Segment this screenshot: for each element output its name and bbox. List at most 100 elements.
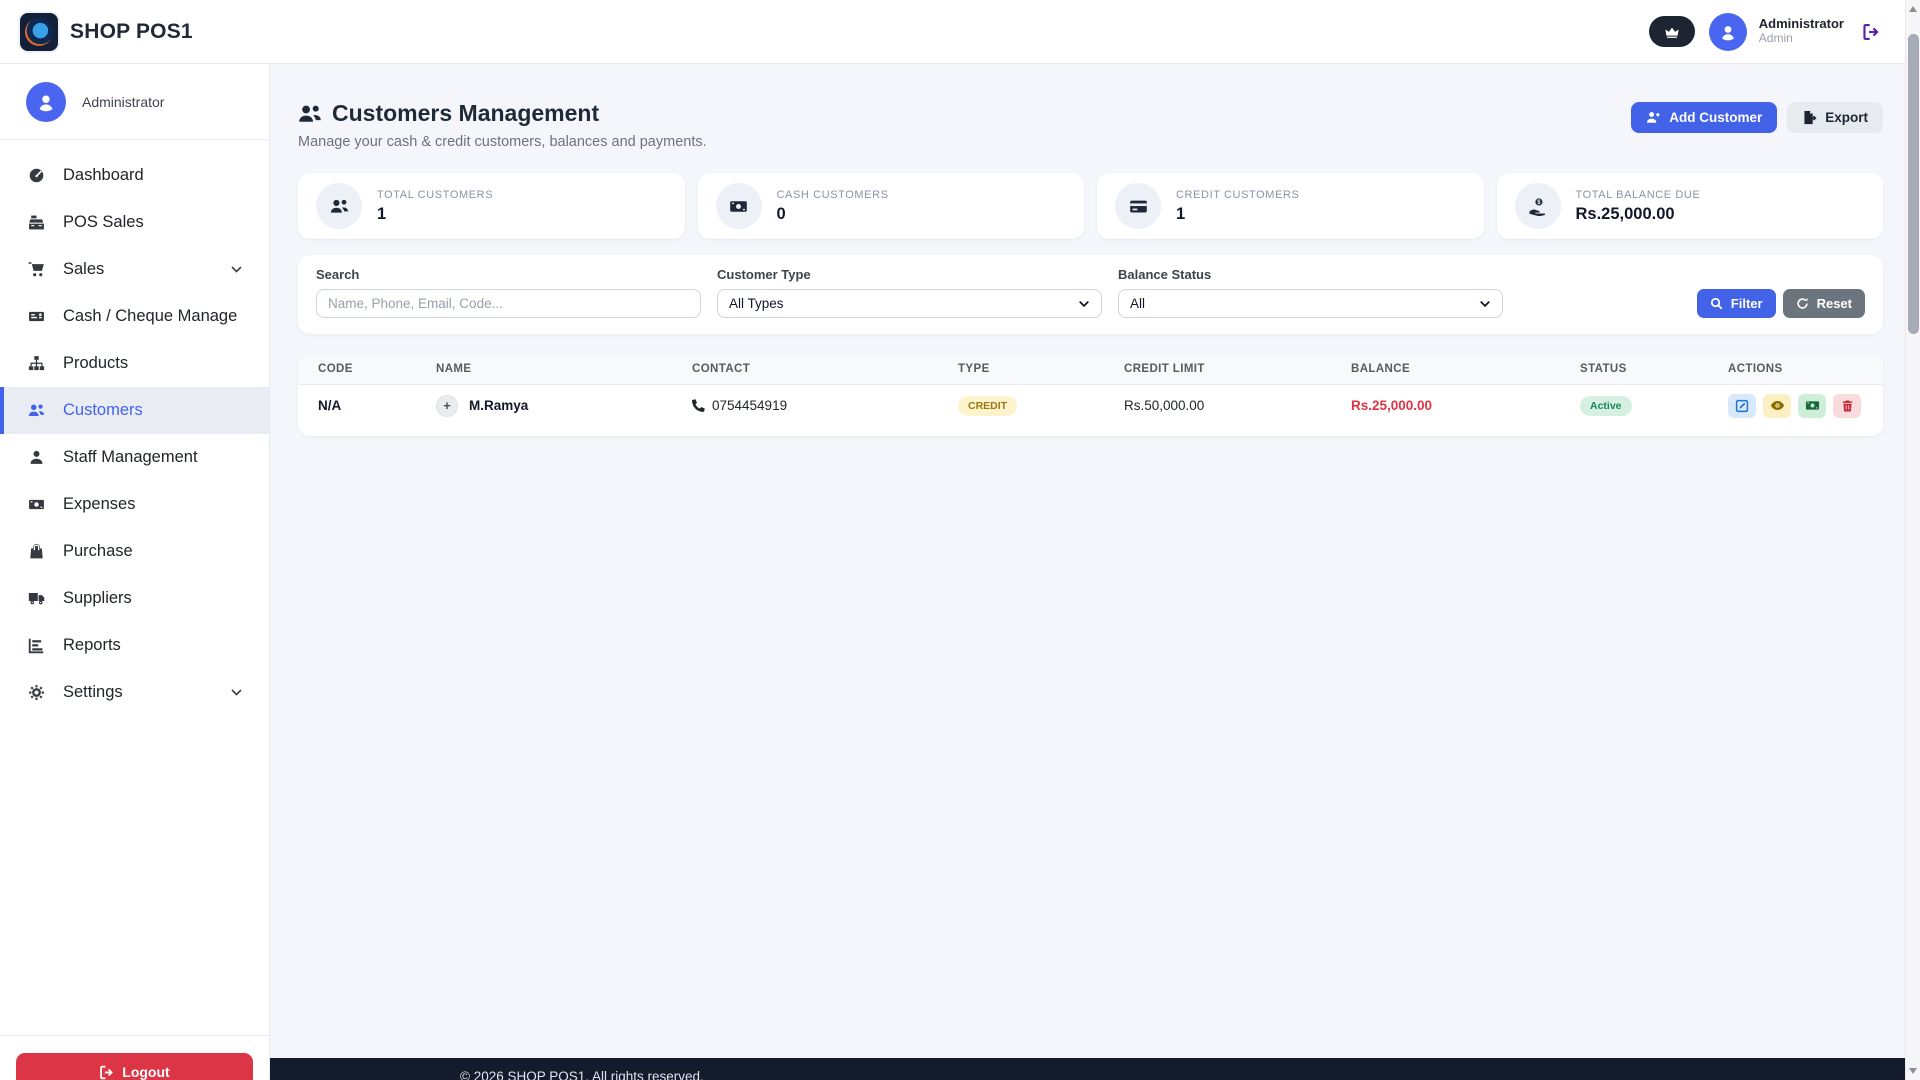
sidebar-item-expenses[interactable]: Expenses: [0, 481, 269, 528]
sidebar-item-label: Reports: [63, 636, 121, 655]
logout-button[interactable]: Logout: [16, 1053, 253, 1080]
delete-button[interactable]: [1833, 394, 1861, 418]
nav-user-info: Administrator Admin: [1759, 17, 1844, 46]
balance-status-label: Balance Status: [1118, 267, 1503, 282]
chevron-down-icon: [230, 263, 243, 276]
credit-card-icon: [1115, 183, 1161, 229]
cell-code: N/A: [318, 398, 436, 413]
user-circle-icon: [1718, 22, 1738, 42]
sidebar-item-customers[interactable]: Customers: [0, 387, 269, 434]
chart-bar-icon: [26, 637, 46, 654]
sidebar-item-settings[interactable]: Settings: [0, 669, 269, 716]
export-button[interactable]: Export: [1787, 102, 1883, 133]
stat-card-credit-customers: CREDIT CUSTOMERS 1: [1097, 173, 1484, 239]
payment-button[interactable]: [1798, 394, 1826, 418]
table-row: N/A + M.Ramya 0754454919 CREDIT Rs.50,00…: [298, 385, 1883, 426]
customer-type-label: Customer Type: [717, 267, 1102, 282]
sidebar-item-suppliers[interactable]: Suppliers: [0, 575, 269, 622]
page-footer: © 2026 SHOP POS1. All rights reserved.: [270, 1058, 1920, 1080]
edit-button[interactable]: [1728, 394, 1756, 418]
cell-status: Active: [1580, 396, 1728, 416]
customer-name: M.Ramya: [469, 398, 528, 413]
sidebar-item-purchase[interactable]: Purchase: [0, 528, 269, 575]
rotate-icon: [1796, 297, 1809, 310]
filter-button[interactable]: Filter: [1697, 289, 1776, 318]
money-bill-icon: [1805, 398, 1820, 413]
sidebar-menu: Dashboard POS Sales Sales Cash / Cheque …: [0, 140, 269, 716]
globe-logo-icon: [25, 18, 53, 46]
scrollbar-up-arrow-icon[interactable]: [1909, 6, 1917, 12]
scrollbar-thumb[interactable]: [1908, 34, 1919, 334]
view-button[interactable]: [1763, 394, 1791, 418]
navbar-right: Administrator Admin: [1649, 13, 1880, 51]
sign-out-icon: [99, 1065, 114, 1080]
column-header-credit-limit: CREDIT LIMIT: [1124, 363, 1351, 375]
export-label: Export: [1825, 110, 1868, 125]
contact-number: 0754454919: [712, 398, 787, 413]
page-title-text: Customers Management: [332, 100, 599, 127]
nav-user-role: Admin: [1759, 32, 1844, 46]
sidebar-item-reports[interactable]: Reports: [0, 622, 269, 669]
crown-button[interactable]: [1649, 16, 1695, 47]
sitemap-icon: [26, 355, 46, 372]
money-bill-icon: [716, 183, 762, 229]
reset-button-label: Reset: [1817, 296, 1852, 311]
column-header-type: TYPE: [958, 363, 1124, 375]
sidebar-item-products[interactable]: Products: [0, 340, 269, 387]
sidebar-profile: Administrator: [0, 64, 269, 140]
stat-value: 0: [777, 205, 889, 224]
truck-icon: [26, 590, 46, 607]
sidebar-item-label: POS Sales: [63, 213, 144, 232]
cell-type: CREDIT: [958, 396, 1124, 416]
column-header-name: NAME: [436, 363, 692, 375]
hand-holding-dollar-icon: $: [1515, 183, 1561, 229]
stat-label: TOTAL CUSTOMERS: [377, 189, 493, 201]
user-plus-icon: [1646, 110, 1661, 125]
sidebar-item-staff-management[interactable]: Staff Management: [0, 434, 269, 481]
user-avatar[interactable]: [1709, 13, 1747, 51]
stats-row: TOTAL CUSTOMERS 1 CASH CUSTOMERS 0 CREDI…: [298, 173, 1883, 239]
customer-type-value: All Types: [729, 296, 784, 311]
brand: SHOP POS1: [18, 11, 193, 53]
sidebar-item-label: Cash / Cheque Manage: [63, 307, 237, 326]
chevron-down-icon: [1479, 298, 1491, 310]
sidebar-item-label: Customers: [63, 401, 143, 420]
navbar-logout-button[interactable]: [1862, 23, 1880, 41]
sidebar-item-cash-cheque[interactable]: Cash / Cheque Manage: [0, 293, 269, 340]
cash-register-icon: [26, 214, 46, 231]
nav-user-name: Administrator: [1759, 17, 1844, 32]
reset-button[interactable]: Reset: [1783, 289, 1865, 318]
sidebar-item-dashboard[interactable]: Dashboard: [0, 152, 269, 199]
expand-row-button[interactable]: +: [436, 395, 458, 417]
sidebar-item-label: Dashboard: [63, 166, 144, 185]
brand-logo-icon: [18, 11, 60, 53]
column-header-status: STATUS: [1580, 363, 1728, 375]
sidebar: Administrator Dashboard POS Sales Sales …: [0, 64, 270, 1080]
user-circle-icon: [35, 91, 57, 113]
sidebar-profile-name: Administrator: [82, 94, 164, 110]
stat-label: CREDIT CUSTOMERS: [1176, 189, 1299, 201]
scrollbar-down-arrow-icon[interactable]: [1909, 1068, 1917, 1074]
sidebar-item-pos-sales[interactable]: POS Sales: [0, 199, 269, 246]
stat-card-total-balance-due: $ TOTAL BALANCE DUE Rs.25,000.00: [1497, 173, 1884, 239]
brand-name: SHOP POS1: [70, 20, 193, 44]
header-actions: Add Customer Export: [1631, 102, 1883, 133]
filter-bar: Search Customer Type All Types Balance S…: [298, 255, 1883, 334]
bag-icon: [26, 543, 46, 560]
page-title: Customers Management: [298, 100, 707, 127]
column-header-balance: BALANCE: [1351, 363, 1580, 375]
sidebar-item-label: Purchase: [63, 542, 133, 561]
sidebar-item-label: Sales: [63, 260, 104, 279]
window-scrollbar[interactable]: [1905, 0, 1920, 1080]
balance-status-select[interactable]: All: [1118, 289, 1503, 318]
crown-icon: [1664, 25, 1680, 39]
chevron-down-icon: [1078, 298, 1090, 310]
type-badge: CREDIT: [958, 396, 1017, 416]
add-customer-button[interactable]: Add Customer: [1631, 102, 1777, 133]
customer-type-select[interactable]: All Types: [717, 289, 1102, 318]
search-input[interactable]: [316, 289, 701, 318]
sidebar-item-sales[interactable]: Sales: [0, 246, 269, 293]
sidebar-item-label: Expenses: [63, 495, 135, 514]
cell-contact: 0754454919: [692, 398, 958, 413]
file-export-icon: [1802, 110, 1817, 125]
